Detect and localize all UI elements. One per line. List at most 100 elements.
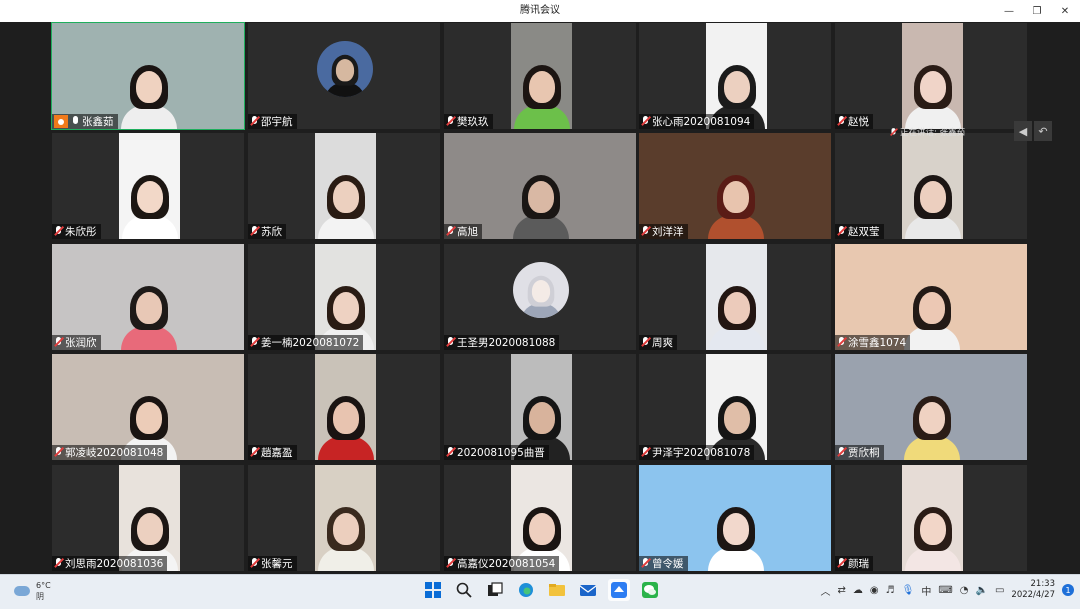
wechat-icon[interactable] — [639, 579, 661, 601]
mic-muted-icon — [250, 116, 259, 127]
participant-avatar — [513, 262, 569, 318]
participant-tile[interactable]: 苏欣 — [247, 132, 441, 240]
participant-tile[interactable]: 张鑫茹 — [51, 22, 245, 130]
participant-nametag: 赵悦 — [835, 114, 873, 129]
participant-name: 郭凌岐2020081048 — [65, 447, 164, 459]
participant-tile[interactable]: 张馨元 — [247, 464, 441, 572]
wifi-icon[interactable]: ◔ — [960, 585, 969, 596]
microphone-icon[interactable]: 🎙 — [902, 585, 915, 596]
participant-name: 高嘉仪2020081054 — [457, 558, 556, 570]
participant-nametag: 2020081095曲晋 — [444, 445, 549, 460]
participant-nametag: 张鑫茹 — [52, 114, 118, 129]
participant-video — [315, 133, 376, 239]
participant-name: 刘思雨2020081036 — [65, 558, 164, 570]
edge-icon[interactable] — [515, 579, 537, 601]
participant-tile[interactable]: 周爽 — [638, 243, 832, 351]
volume-icon[interactable]: 🔈 — [976, 585, 988, 596]
person-silhouette — [708, 286, 765, 350]
participant-name: 邵宇航 — [261, 116, 293, 128]
clock[interactable]: 21:33 2022/4/27 — [1011, 579, 1055, 601]
mic-muted-icon — [446, 116, 455, 127]
file-explorer-icon[interactable] — [546, 579, 568, 601]
chevron-up-icon[interactable]: ︿ — [821, 583, 831, 598]
system-tray: ︿ ⇄ ☁ ◉ ♬ 🎙 中 ⌨ ◔ 🔈 ▭ 21:33 2022/4/27 1 — [821, 579, 1074, 601]
close-button[interactable]: ✕ — [1058, 4, 1072, 18]
participant-name: 张润欣 — [65, 337, 97, 349]
mic-muted-icon — [641, 558, 650, 569]
minimize-button[interactable]: — — [1002, 4, 1016, 18]
participant-tile[interactable]: 2020081095曲晋 — [443, 353, 637, 461]
cloud-icon — [14, 586, 30, 596]
mic-muted-icon — [837, 226, 846, 237]
participant-nametag: 张润欣 — [52, 335, 101, 350]
mic-icon — [71, 116, 80, 127]
participant-tile[interactable]: 尹泽宇2020081078 — [638, 353, 832, 461]
participant-nametag: 刘洋洋 — [639, 224, 688, 239]
participant-tile[interactable]: 刘洋洋 — [638, 132, 832, 240]
audio-device-icon[interactable]: ♬ — [886, 585, 895, 596]
participant-nametag: 张心雨2020081094 — [639, 114, 755, 129]
input-mode-icon[interactable]: ⌨ — [938, 585, 952, 596]
restore-button[interactable]: ❐ — [1030, 4, 1044, 18]
weather-temp: 6°C — [36, 581, 51, 590]
mic-muted-icon — [641, 226, 650, 237]
participant-nametag: 趙嘉盈 — [248, 445, 297, 460]
participant-tile[interactable]: 郭凌岐2020081048 — [51, 353, 245, 461]
mail-icon[interactable] — [577, 579, 599, 601]
steam-icon[interactable]: ◉ — [870, 585, 879, 596]
participant-tile[interactable]: 高嘉仪2020081054 — [443, 464, 637, 572]
back-arrow-icon[interactable]: ↶ — [1034, 121, 1052, 141]
weather-widget[interactable]: 6°C 阴 — [14, 580, 51, 602]
clock-time: 21:33 — [1030, 579, 1056, 589]
participant-tile[interactable]: 曾令媛 — [638, 464, 832, 572]
participant-tile[interactable]: 颜瑞 — [834, 464, 1028, 572]
battery-icon[interactable]: ▭ — [995, 585, 1004, 596]
person-silhouette — [521, 275, 561, 318]
search-icon[interactable] — [453, 579, 475, 601]
participant-tile[interactable]: 趙嘉盈 — [247, 353, 441, 461]
mic-muted-icon — [837, 337, 846, 348]
mic-muted-icon — [54, 447, 63, 458]
participant-name: 涂雪鑫1074 — [848, 337, 907, 349]
ime-indicator[interactable]: 中 — [921, 583, 931, 598]
participant-name: 趙嘉盈 — [261, 447, 293, 459]
participant-video — [511, 23, 572, 129]
participant-nametag: 郭凌岐2020081048 — [52, 445, 168, 460]
notification-badge[interactable]: 1 — [1062, 584, 1074, 596]
participant-tile[interactable]: 张心雨2020081094 — [638, 22, 832, 130]
participant-nametag: 朱欣彤 — [52, 224, 101, 239]
collapse-icon[interactable]: ◀ — [1014, 121, 1032, 141]
participant-tile[interactable]: 高旭 — [443, 132, 637, 240]
meeting-view: 张鑫茹 邵宇航 樊玖玖 张心雨2020081094 赵悦朱欣彤 苏欣 高旭 刘洋洋 赵双莹张润欣… — [0, 22, 1080, 574]
mic-muted-icon — [641, 447, 650, 458]
participant-tile[interactable]: 贾欣桐 — [834, 353, 1028, 461]
mic-muted-icon — [641, 337, 650, 348]
participant-name: 张心雨2020081094 — [652, 116, 751, 128]
person-silhouette — [121, 286, 177, 350]
cloud-sync-icon[interactable]: ☁ — [853, 585, 863, 596]
tencent-meeting-icon[interactable] — [608, 579, 630, 601]
mic-muted-icon — [446, 226, 455, 237]
participant-nametag: 张馨元 — [248, 556, 297, 571]
participant-tile[interactable]: 朱欣彤 — [51, 132, 245, 240]
participant-tile[interactable]: 樊玖玖 — [443, 22, 637, 130]
participant-tile[interactable]: 刘思雨2020081036 — [51, 464, 245, 572]
mic-muted-icon — [250, 558, 259, 569]
participant-video — [902, 23, 963, 129]
participant-tile[interactable]: 王圣男2020081088 — [443, 243, 637, 351]
participant-nametag: 姜一楠2020081072 — [248, 335, 364, 350]
participant-tile[interactable]: 涂雪鑫1074 — [834, 243, 1028, 351]
windows-start-icon[interactable] — [422, 579, 444, 601]
task-view-icon[interactable] — [484, 579, 506, 601]
participant-tile[interactable]: 张润欣 — [51, 243, 245, 351]
person-silhouette — [904, 175, 961, 239]
participant-name: 尹泽宇2020081078 — [652, 447, 751, 459]
participant-tile[interactable]: 邵宇航 — [247, 22, 441, 130]
participant-tile[interactable]: 赵双莹 — [834, 132, 1028, 240]
participant-nametag: 苏欣 — [248, 224, 286, 239]
participant-tile[interactable]: 姜一楠2020081072 — [247, 243, 441, 351]
network-sync-icon[interactable]: ⇄ — [838, 585, 846, 596]
person-silhouette — [513, 65, 570, 129]
participant-tile[interactable]: 赵悦 — [834, 22, 1028, 130]
participant-name: 张鑫茹 — [82, 116, 114, 128]
